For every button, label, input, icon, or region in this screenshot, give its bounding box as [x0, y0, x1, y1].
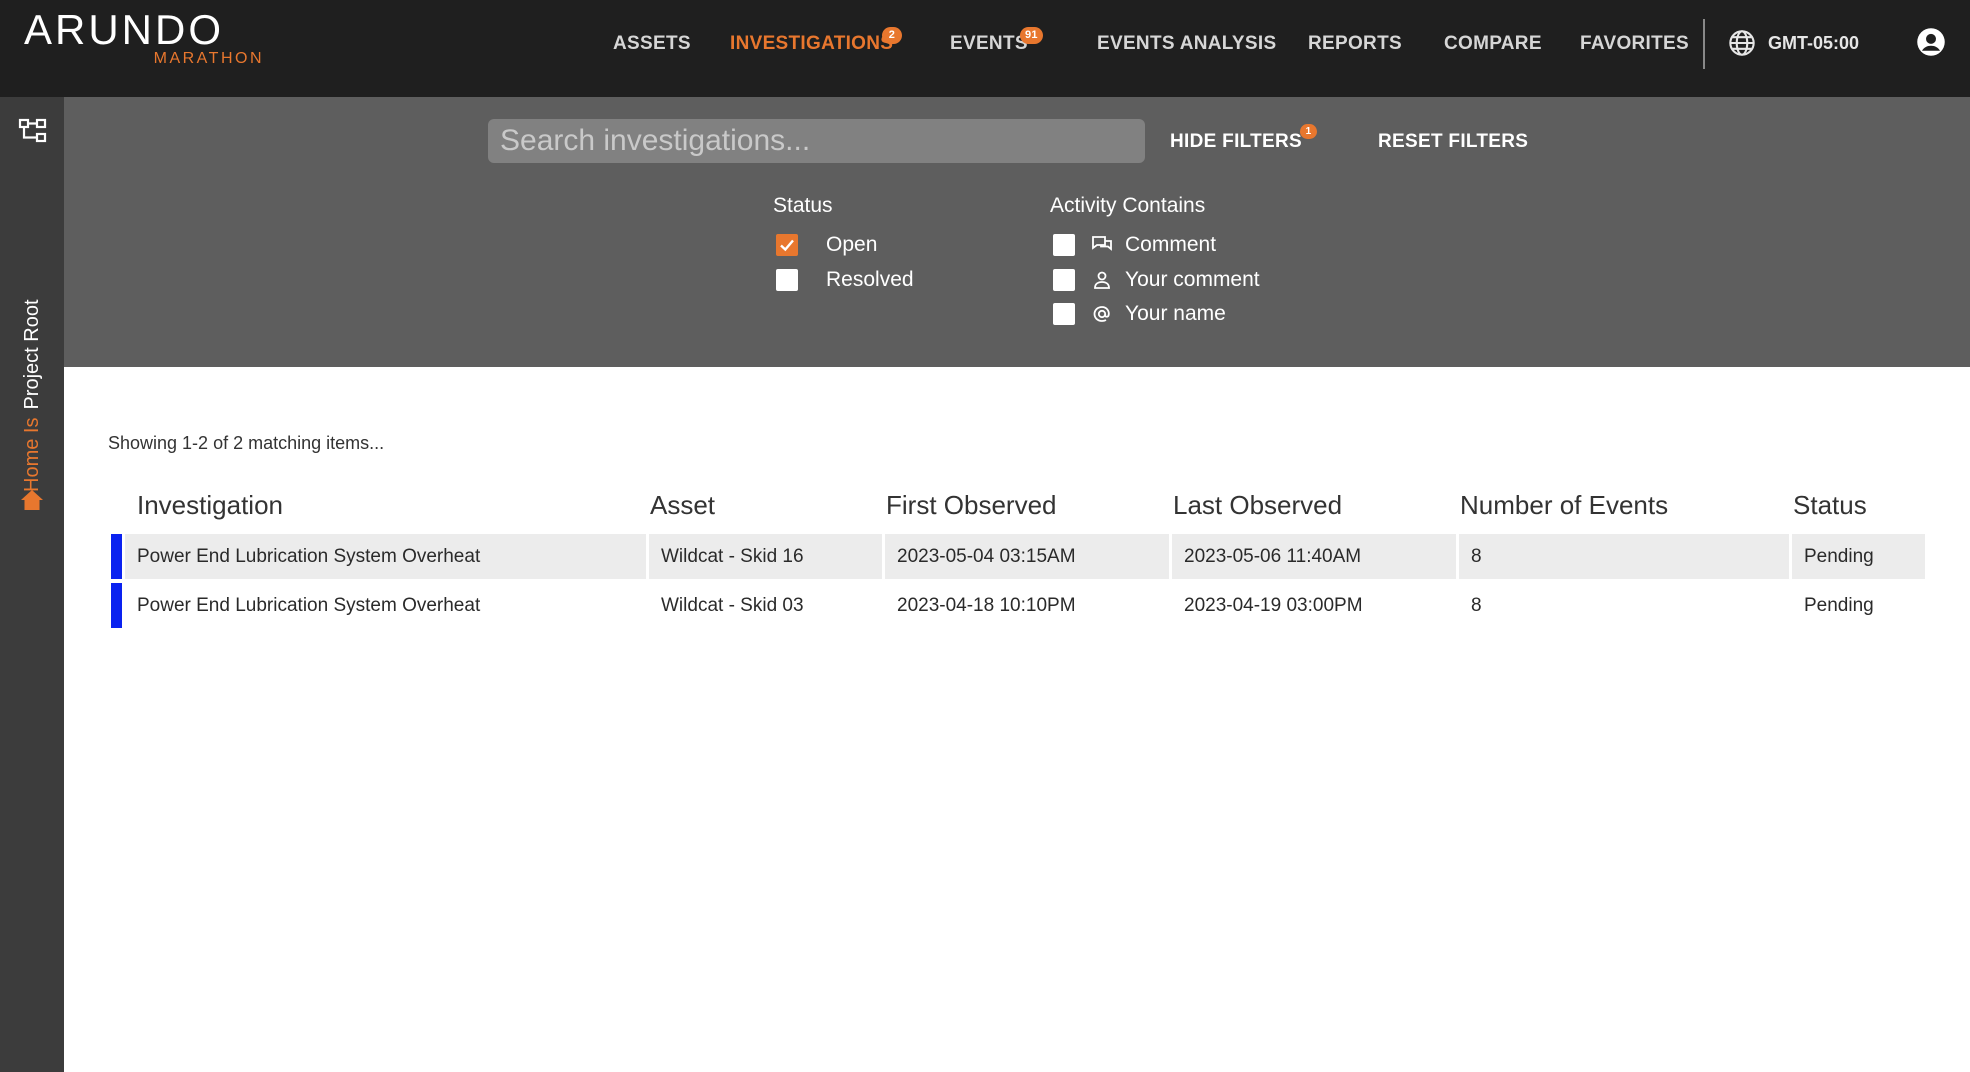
- top-navigation-bar: ARUNDO MARATHON ASSETS INVESTIGATIONS 2 …: [0, 0, 1970, 97]
- comments-icon: [1092, 236, 1112, 251]
- account-circle-icon[interactable]: [1916, 27, 1946, 57]
- column-header-number-of-events[interactable]: Number of Events: [1460, 490, 1668, 520]
- cell-first-observed: 2023-04-18 10:10PM: [897, 595, 1076, 616]
- hide-filters-button[interactable]: HIDE FILTERS 1: [1170, 124, 1317, 154]
- status-resolved-option[interactable]: Resolved: [776, 266, 936, 294]
- column-header-last-observed[interactable]: Last Observed: [1173, 490, 1342, 520]
- reset-filters-button[interactable]: RESET FILTERS: [1378, 130, 1528, 154]
- nav-assets[interactable]: ASSETS: [613, 31, 691, 57]
- cell-asset: Wildcat - Skid 03: [661, 595, 804, 616]
- status-filter-title: Status: [773, 194, 833, 217]
- logo-wordmark: ARUNDO: [24, 6, 225, 53]
- cell-last-observed: 2023-05-06 11:40AM: [1172, 534, 1456, 579]
- active-filters-badge: 1: [1300, 124, 1317, 139]
- events-count-badge: 91: [1020, 27, 1043, 44]
- column-header-status[interactable]: Status: [1793, 490, 1867, 520]
- home-location-label: Home Is Project Root: [18, 299, 46, 492]
- activity-comment-label: Comment: [1125, 233, 1217, 256]
- table-row[interactable]: Power End Lubrication System Overheat Wi…: [111, 583, 1925, 628]
- nav-divider: [1703, 19, 1705, 69]
- column-header-investigation[interactable]: Investigation: [137, 490, 283, 520]
- activity-your-name-option[interactable]: Your name: [1053, 300, 1253, 328]
- cell-number-of-events: 8: [1459, 534, 1789, 579]
- status-open-label: Open: [826, 233, 878, 256]
- home-icon[interactable]: [20, 489, 44, 511]
- nav-assets-label: ASSETS: [613, 33, 691, 54]
- nav-reports[interactable]: REPORTS: [1308, 31, 1402, 57]
- person-icon: [1094, 271, 1110, 289]
- status-resolved-checkbox[interactable]: [776, 269, 798, 291]
- column-header-first-observed[interactable]: First Observed: [886, 490, 1057, 520]
- at-sign-icon: [1093, 306, 1110, 322]
- hide-filters-label: HIDE FILTERS: [1170, 131, 1303, 152]
- cell-first-observed: 2023-05-04 03:15AM: [885, 534, 1169, 579]
- cell-status: Pending: [1792, 534, 1925, 579]
- row-marker: [111, 583, 122, 628]
- cell-investigation[interactable]: Power End Lubrication System Overheat: [125, 583, 646, 628]
- cell-asset: Wildcat - Skid 16: [649, 534, 882, 579]
- nav-reports-label: REPORTS: [1308, 33, 1402, 54]
- table-row[interactable]: Power End Lubrication System Overheat Wi…: [111, 534, 1925, 579]
- nav-investigations-label: INVESTIGATIONS: [730, 33, 894, 54]
- cell-last-observed: 2023-04-19 03:00PM: [1184, 595, 1363, 616]
- activity-your-comment-label: Your comment: [1125, 268, 1260, 291]
- nav-investigations[interactable]: INVESTIGATIONS 2: [730, 27, 902, 57]
- nav-compare[interactable]: COMPARE: [1444, 31, 1542, 57]
- activity-comment-checkbox[interactable]: [1053, 234, 1075, 256]
- status-open-option[interactable]: Open: [776, 231, 916, 259]
- nav-events-analysis[interactable]: EVENTS ANALYSIS: [1097, 31, 1276, 57]
- nav-events[interactable]: EVENTS 91: [950, 27, 1043, 57]
- activity-your-comment-checkbox[interactable]: [1053, 269, 1075, 291]
- globe-icon[interactable]: [1728, 29, 1756, 57]
- activity-your-name-label: Your name: [1125, 302, 1226, 325]
- investigations-count-badge: 2: [882, 27, 902, 44]
- column-header-asset[interactable]: Asset: [650, 490, 715, 520]
- checkmark-icon: [780, 239, 794, 252]
- timezone-selector[interactable]: GMT-05:00: [1768, 31, 1859, 55]
- activity-your-comment-option[interactable]: Your comment: [1053, 266, 1283, 294]
- row-marker: [111, 534, 122, 579]
- nav-compare-label: COMPARE: [1444, 33, 1542, 54]
- activity-your-name-checkbox[interactable]: [1053, 303, 1075, 325]
- cell-investigation[interactable]: Power End Lubrication System Overheat: [125, 534, 646, 579]
- activity-comment-option[interactable]: Comment: [1053, 231, 1253, 259]
- nav-events-analysis-label: EVENTS ANALYSIS: [1097, 33, 1277, 54]
- filters-panel: HIDE FILTERS 1 RESET FILTERS Status Open…: [64, 97, 1970, 367]
- search-investigations-input[interactable]: [488, 119, 1145, 163]
- status-resolved-label: Resolved: [826, 268, 914, 291]
- nav-favorites-label: FAVORITES: [1580, 33, 1689, 54]
- hierarchy-tree-icon[interactable]: [18, 117, 48, 145]
- arundo-logo[interactable]: ARUNDO MARATHON: [24, 6, 264, 72]
- activity-filter-title: Activity Contains: [1050, 194, 1206, 217]
- cell-number-of-events: 8: [1471, 595, 1482, 616]
- logo-subtitle: MARATHON: [153, 50, 264, 67]
- project-root-link[interactable]: Project Root: [21, 299, 43, 409]
- results-summary: Showing 1-2 of 2 matching items...: [108, 433, 385, 453]
- nav-favorites[interactable]: FAVORITES: [1580, 31, 1689, 57]
- left-rail: Home Is Project Root: [0, 97, 64, 1072]
- nav-events-label: EVENTS: [950, 33, 1028, 54]
- status-open-checkbox[interactable]: [776, 234, 798, 256]
- cell-status: Pending: [1804, 595, 1874, 616]
- home-is-label: Home Is: [21, 417, 43, 492]
